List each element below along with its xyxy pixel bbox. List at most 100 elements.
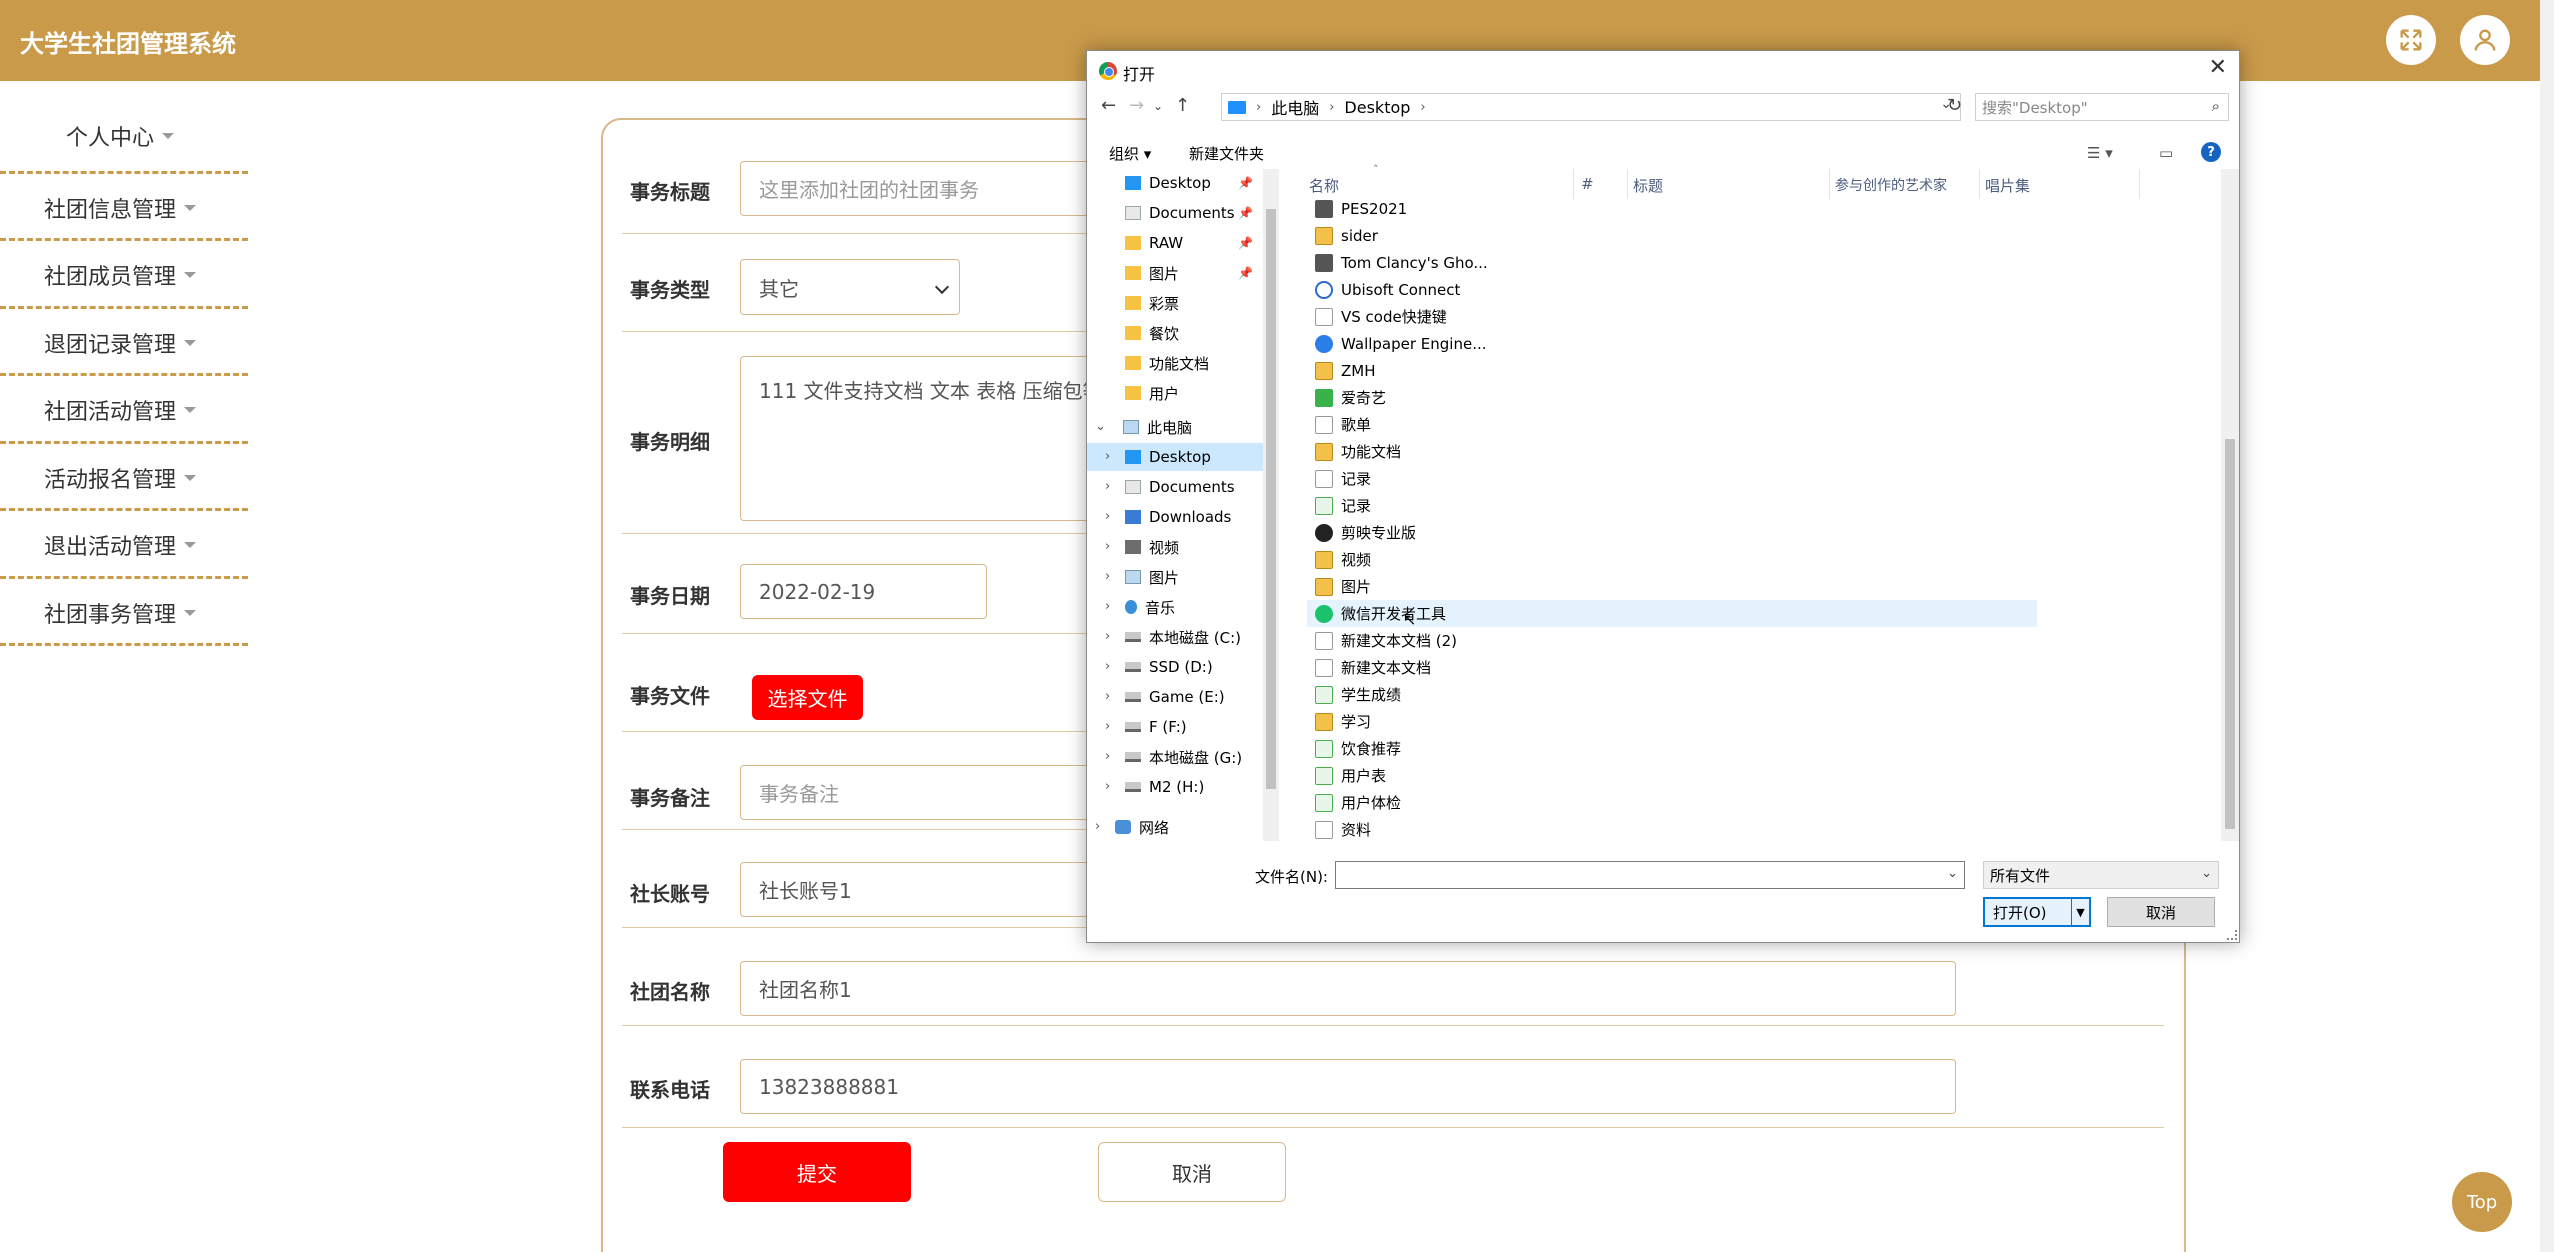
new-folder-button[interactable]: 新建文件夹	[1189, 143, 1264, 164]
list-item[interactable]: 歌单	[1307, 411, 2037, 438]
list-item[interactable]: 饮食推荐	[1307, 735, 2037, 762]
page-scrollbar[interactable]	[2540, 0, 2554, 1252]
chevron-right-icon[interactable]: ›	[1105, 599, 1110, 614]
chevron-right-icon[interactable]: ›	[1095, 819, 1100, 834]
submit-button[interactable]: 提交	[723, 1142, 911, 1202]
sidebar-item-personal-center[interactable]: 个人中心	[0, 106, 248, 174]
nav-item-this-pc[interactable]: 此电脑	[1123, 413, 1263, 441]
sidebar-item-club-info[interactable]: 社团信息管理	[0, 174, 248, 241]
chevron-right-icon[interactable]: ›	[1105, 719, 1110, 734]
list-item[interactable]: 记录	[1307, 492, 2037, 519]
up-arrow-icon[interactable]: ↑	[1175, 95, 1190, 116]
list-item[interactable]: 用户表	[1307, 762, 2037, 789]
open-button[interactable]: 打开(O) ▼	[1983, 897, 2091, 927]
leader-account-input[interactable]: 社长账号1	[740, 862, 1110, 917]
organize-button[interactable]: 组织 ▾	[1109, 143, 1151, 164]
split-dropdown-icon[interactable]: ▼	[2071, 899, 2089, 925]
nav-item-drive-d[interactable]: SSD (D:)	[1125, 653, 1263, 681]
back-arrow-icon[interactable]: ←	[1101, 95, 1116, 116]
title-input[interactable]: 这里添加社团的社团事务	[740, 161, 1110, 216]
nav-item-videos[interactable]: 视频	[1125, 533, 1263, 561]
nav-item-network[interactable]: 网络	[1115, 813, 1263, 841]
nav-item-quick-documents[interactable]: Documents 📌	[1125, 199, 1263, 227]
chevron-right-icon[interactable]: ›	[1105, 689, 1110, 704]
sidebar-item-quit-activity[interactable]: 退出活动管理	[0, 511, 248, 579]
file-list-scrollbar[interactable]	[2221, 169, 2239, 841]
nav-item-drive-h[interactable]: M2 (H:)	[1125, 773, 1263, 801]
refresh-icon[interactable]: ↻	[1947, 95, 1962, 116]
list-item[interactable]: Tom Clancy's Gho...	[1307, 249, 2037, 276]
club-name-input[interactable]: 社团名称1	[740, 961, 1956, 1016]
nav-item-documents[interactable]: Documents	[1125, 473, 1263, 501]
list-item[interactable]: VS code快捷键	[1307, 303, 2037, 330]
chevron-right-icon[interactable]: ›	[1105, 749, 1110, 764]
file-type-filter[interactable]: 所有文件 ⌄	[1983, 861, 2219, 889]
nav-item-quick-raw[interactable]: RAW 📌	[1125, 229, 1263, 257]
column-title[interactable]: 标题	[1633, 175, 1663, 196]
column-artist[interactable]: 参与创作的艺术家	[1835, 175, 1947, 195]
column-number[interactable]: #	[1581, 175, 1594, 193]
nav-item-drive-e[interactable]: Game (E:)	[1125, 683, 1263, 711]
nav-item-downloads[interactable]: Downloads	[1125, 503, 1263, 531]
sidebar-item-activity-signup[interactable]: 活动报名管理	[0, 444, 248, 511]
scrollbar-thumb[interactable]	[1266, 209, 1276, 789]
nav-item-quick-feature-docs[interactable]: 功能文档	[1125, 349, 1263, 377]
list-item[interactable]: sider	[1307, 222, 2037, 249]
column-album[interactable]: 唱片集	[1985, 175, 2030, 196]
filename-input[interactable]: ⌄	[1335, 861, 1965, 889]
nav-item-drive-c[interactable]: 本地磁盘 (C:)	[1125, 623, 1263, 651]
close-icon[interactable]: ✕	[2209, 55, 2227, 80]
list-item[interactable]: 用户体检	[1307, 789, 2037, 816]
chevron-right-icon[interactable]: ›	[1105, 569, 1110, 584]
list-item[interactable]: 新建文本文档 (2)	[1307, 627, 2037, 654]
recent-chevron-icon[interactable]: ⌄	[1153, 99, 1163, 113]
chevron-right-icon[interactable]: ›	[1105, 479, 1110, 494]
chevron-right-icon[interactable]: ›	[1105, 539, 1110, 554]
scrollbar-thumb[interactable]	[2225, 439, 2235, 829]
nav-item-quick-desktop[interactable]: Desktop 📌	[1125, 169, 1263, 197]
chevron-right-icon[interactable]: ›	[1105, 509, 1110, 524]
preview-pane-icon[interactable]: ▭	[2159, 144, 2173, 162]
chevron-right-icon[interactable]: ›	[1105, 449, 1110, 464]
list-item[interactable]: 新建文本文档	[1307, 654, 2037, 681]
chevron-down-icon[interactable]: ⌄	[1095, 419, 1106, 434]
help-icon[interactable]: ?	[2201, 142, 2221, 162]
list-item[interactable]: 微信开发者工具 ↖	[1307, 600, 2037, 629]
nav-item-quick-lottery[interactable]: 彩票	[1125, 289, 1263, 317]
choose-file-button[interactable]: 选择文件	[752, 675, 863, 720]
sidebar-item-club-affairs[interactable]: 社团事务管理	[0, 579, 248, 646]
nav-item-drive-g[interactable]: 本地磁盘 (G:)	[1125, 743, 1263, 771]
nav-item-quick-users[interactable]: 用户	[1125, 379, 1263, 407]
list-item[interactable]: Ubisoft Connect	[1307, 276, 2037, 303]
nav-item-quick-pictures[interactable]: 图片 📌	[1125, 259, 1263, 287]
sidebar-item-club-members[interactable]: 社团成员管理	[0, 241, 248, 309]
type-select[interactable]: 其它	[740, 259, 960, 315]
detail-textarea[interactable]: 111 文件支持文档 文本 表格 压缩包等	[740, 356, 1110, 521]
list-item[interactable]: 功能文档	[1307, 438, 2037, 465]
nav-item-pictures[interactable]: 图片	[1125, 563, 1263, 591]
user-button[interactable]	[2460, 15, 2510, 65]
nav-item-quick-dining[interactable]: 餐饮	[1125, 319, 1263, 347]
list-item[interactable]: 剪映专业版	[1307, 519, 2037, 546]
chevron-down-icon[interactable]: ⌄	[1947, 866, 1958, 881]
nav-item-desktop[interactable]: Desktop	[1087, 443, 1263, 471]
nav-item-music[interactable]: 音乐	[1125, 593, 1263, 621]
chevron-right-icon[interactable]: ›	[1105, 659, 1110, 674]
phone-input[interactable]: 13823888881	[740, 1059, 1956, 1114]
nav-pane-scrollbar[interactable]	[1263, 169, 1279, 841]
chevron-right-icon[interactable]: ›	[1105, 629, 1110, 644]
list-item[interactable]: Wallpaper Engine...	[1307, 330, 2037, 357]
remark-input[interactable]: 事务备注	[740, 765, 1110, 820]
chevron-right-icon[interactable]: ›	[1105, 779, 1110, 794]
forward-arrow-icon[interactable]: →	[1129, 95, 1144, 116]
list-item[interactable]: 爱奇艺	[1307, 384, 2037, 411]
list-item[interactable]: 图片	[1307, 573, 2037, 600]
nav-item-drive-f[interactable]: F (F:)	[1125, 713, 1263, 741]
search-input[interactable]: 搜索"Desktop" ⌕	[1975, 93, 2229, 121]
sidebar-item-quit-records[interactable]: 退团记录管理	[0, 309, 248, 376]
list-item[interactable]: 学习	[1307, 708, 2037, 735]
back-to-top-button[interactable]: Top	[2452, 1172, 2512, 1232]
breadcrumb-this-pc[interactable]: 此电脑	[1271, 95, 1319, 119]
breadcrumb-desktop[interactable]: Desktop	[1344, 98, 1410, 117]
list-item[interactable]: 记录	[1307, 465, 2037, 492]
